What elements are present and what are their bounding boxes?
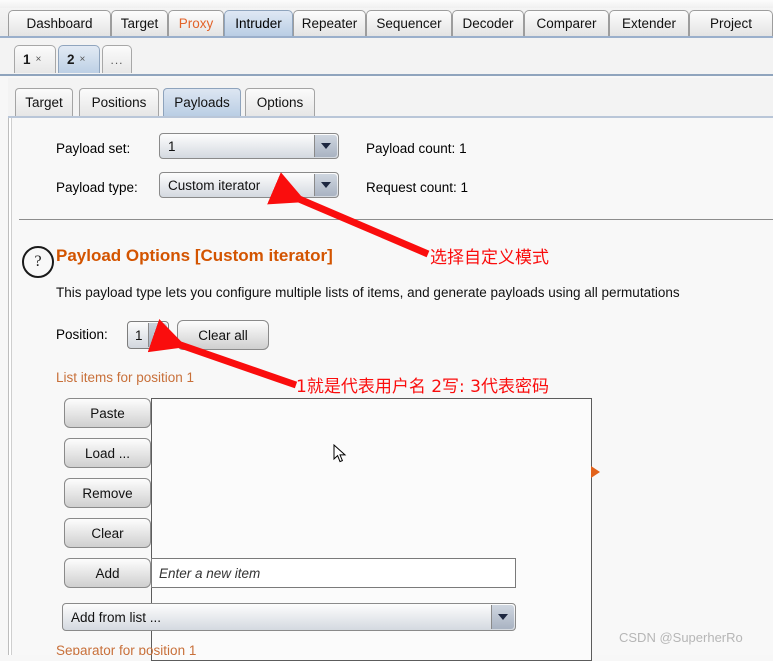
tab-comparer[interactable]: Comparer <box>524 10 609 36</box>
chevron-down-icon[interactable] <box>314 174 337 196</box>
attack-tab-separator <box>0 74 773 76</box>
chevron-down-icon[interactable] <box>314 135 337 157</box>
tab-extender[interactable]: Extender <box>609 10 689 36</box>
subtab-target[interactable]: Target <box>15 88 73 116</box>
chevron-down-icon[interactable] <box>148 323 167 347</box>
attack-tab-2-label: 2 <box>67 52 75 67</box>
panel-left-edge <box>9 118 12 655</box>
annotation-payload-type: 选择自定义模式 <box>430 248 549 268</box>
subtab-payloads[interactable]: Payloads <box>163 88 241 116</box>
mouse-cursor-icon <box>333 444 347 463</box>
tab-project[interactable]: Project <box>689 10 773 36</box>
attack-tab-1-label: 1 <box>23 52 31 67</box>
paste-button[interactable]: Paste <box>64 398 151 428</box>
position-value: 1 <box>135 327 143 343</box>
list-items-label: List items for position 1 <box>56 370 195 385</box>
tab-proxy[interactable]: Proxy <box>168 10 224 36</box>
burp-suite-window: Dashboard Target Proxy Intruder Repeater… <box>0 0 773 661</box>
request-count-label: Request count: 1 <box>366 180 469 195</box>
new-item-placeholder: Enter a new item <box>159 565 261 581</box>
payload-type-combo[interactable]: Custom iterator <box>159 172 339 198</box>
main-tab-bar: Dashboard Target Proxy Intruder Repeater… <box>0 8 773 38</box>
payload-set-value: 1 <box>168 138 176 154</box>
new-item-input[interactable]: Enter a new item <box>151 558 516 588</box>
sub-tab-bar: Target Positions Payloads Options <box>8 78 773 118</box>
payload-type-value: Custom iterator <box>168 177 261 193</box>
subtab-positions[interactable]: Positions <box>79 88 159 116</box>
close-icon[interactable]: × <box>36 54 42 65</box>
payload-type-description: This payload type lets you configure mul… <box>56 285 680 300</box>
load-button[interactable]: Load ... <box>64 438 151 468</box>
position-label: Position: <box>56 327 108 342</box>
tab-repeater[interactable]: Repeater <box>293 10 366 36</box>
tab-sequencer[interactable]: Sequencer <box>366 10 452 36</box>
position-combo[interactable]: 1 <box>127 321 169 349</box>
payload-set-combo[interactable]: 1 <box>159 133 339 159</box>
subtab-options[interactable]: Options <box>245 88 315 116</box>
payload-type-label: Payload type: <box>56 180 138 195</box>
attack-tab-bar: 1 × 2 × ... <box>0 38 773 76</box>
watermark: CSDN @SuperherRo <box>619 630 743 645</box>
add-from-list-combo[interactable]: Add from list ... <box>62 603 516 631</box>
resize-marker-icon <box>591 466 600 478</box>
chevron-down-icon[interactable] <box>491 605 514 629</box>
close-icon[interactable]: × <box>80 54 86 65</box>
attack-tab-more-button[interactable]: ... <box>102 45 132 73</box>
tab-decoder[interactable]: Decoder <box>452 10 524 36</box>
help-icon[interactable]: ? <box>22 246 54 278</box>
section-divider <box>19 219 773 220</box>
tab-dashboard[interactable]: Dashboard <box>8 10 111 36</box>
separator-label: Separator for position 1 <box>56 643 197 655</box>
attack-tab-2[interactable]: 2 × <box>58 45 100 73</box>
tab-intruder[interactable]: Intruder <box>224 10 293 36</box>
tab-target[interactable]: Target <box>111 10 168 36</box>
clear-button[interactable]: Clear <box>64 518 151 548</box>
payload-set-label: Payload set: <box>56 141 131 156</box>
add-from-list-label: Add from list ... <box>71 609 162 625</box>
attack-tab-1[interactable]: 1 × <box>14 45 56 73</box>
page-title: Payload Options [Custom iterator] <box>56 246 333 265</box>
payload-count-label: Payload count: 1 <box>366 141 467 156</box>
remove-button[interactable]: Remove <box>64 478 151 508</box>
add-button[interactable]: Add <box>64 558 151 588</box>
clear-all-button[interactable]: Clear all <box>177 320 269 350</box>
annotation-position: 1就是代表用户名 2写: 3代表密码 <box>296 377 549 397</box>
